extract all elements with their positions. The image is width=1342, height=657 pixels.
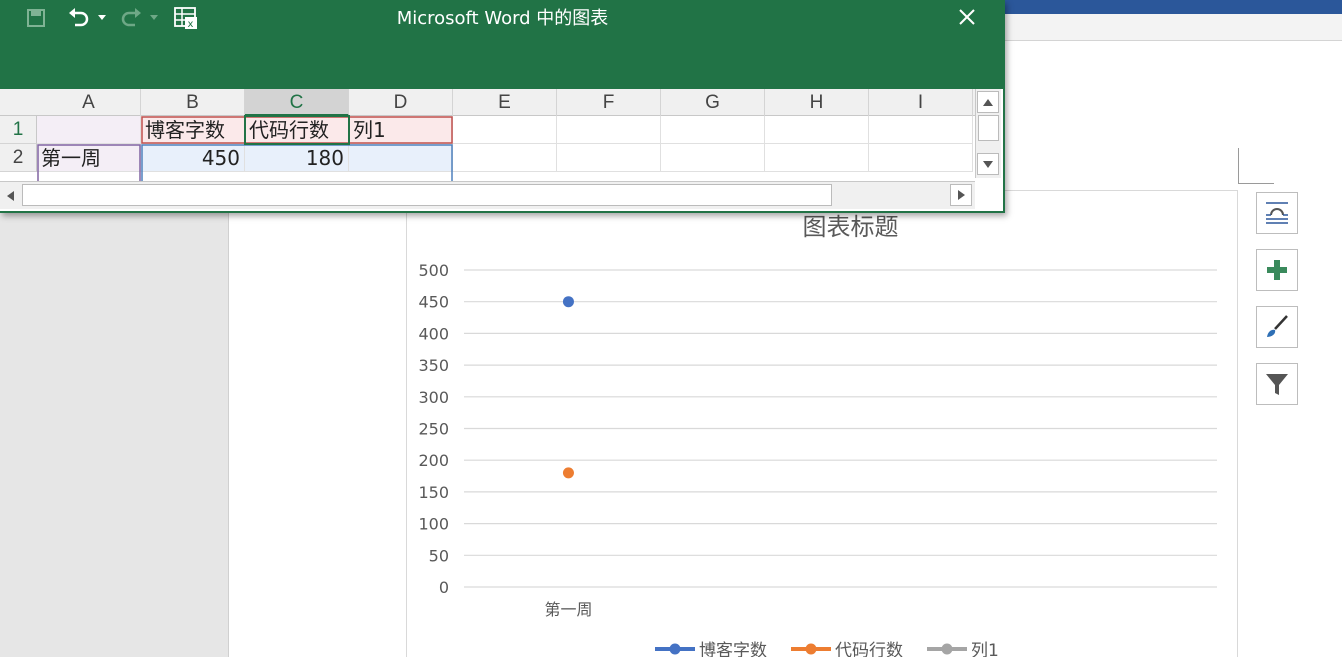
- arrow-down-icon: [983, 160, 993, 168]
- x-tick-label: 第一周: [544, 600, 592, 619]
- y-tick-label: 300: [418, 388, 449, 407]
- close-button[interactable]: [954, 5, 980, 29]
- y-tick-label: 100: [418, 515, 449, 534]
- data-point: [562, 296, 574, 308]
- y-tick-label: 200: [418, 451, 449, 470]
- arrow-up-icon: [983, 98, 993, 106]
- chart-data-window[interactable]: x Microsoft Word 中的图表 ABCDEFGHI 12 博客字数代…: [0, 0, 1005, 213]
- chart-title: 图表标题: [803, 213, 899, 241]
- range-highlight: [37, 115, 453, 181]
- y-tick-label: 150: [418, 483, 449, 502]
- legend-label: 博客字数: [699, 641, 767, 657]
- series-name-range: [141, 116, 453, 144]
- chart-area[interactable]: 图表标题 500 450 400 350 300 250 200 150 100 50 0 第一周 博客字…: [406, 190, 1238, 657]
- y-tick-label: 500: [418, 261, 449, 280]
- chart-elements-button[interactable]: [1256, 249, 1298, 291]
- y-tick-label: 250: [418, 420, 449, 439]
- y-tick-label: 0: [439, 578, 449, 597]
- chart-filters-button[interactable]: [1256, 363, 1298, 405]
- y-tick-label: 50: [429, 546, 449, 565]
- values-range: [141, 144, 453, 181]
- scroll-up-button[interactable]: [977, 91, 999, 113]
- y-tick-label: 450: [418, 293, 449, 312]
- legend-label: 列1: [971, 641, 999, 657]
- layout-options-icon: [1266, 202, 1288, 224]
- vertical-scrollbar[interactable]: [975, 89, 1001, 178]
- arrow-left-icon: [6, 190, 14, 201]
- arrow-right-icon: [957, 190, 965, 200]
- window-title: Microsoft Word 中的图表: [396, 8, 609, 29]
- chart-styles-icon: [1267, 315, 1288, 337]
- scroll-left-button[interactable]: [2, 185, 18, 206]
- scroll-right-button[interactable]: [950, 184, 972, 206]
- chart-styles-button[interactable]: [1256, 306, 1298, 348]
- legend-swatch-marker: [669, 643, 681, 655]
- category-range: [37, 144, 141, 181]
- active-cell: [244, 115, 350, 145]
- scroll-down-button[interactable]: [977, 153, 999, 175]
- legend-swatch-marker: [805, 643, 817, 655]
- y-tick-label: 400: [418, 324, 449, 343]
- chart-elements-icon: [1267, 260, 1287, 280]
- vertical-scroll-thumb[interactable]: [978, 115, 999, 141]
- close-icon: [959, 9, 975, 25]
- chart-plot: 图表标题500450400350300250200150100500第一周博客字…: [418, 213, 1217, 657]
- word-ribbon-strip: [1000, 0, 1342, 14]
- y-tick-label: 350: [418, 356, 449, 375]
- page-corner-mark: [1238, 148, 1274, 184]
- legend-label: 代码行数: [835, 641, 903, 657]
- horizontal-scrollbar[interactable]: [0, 181, 975, 209]
- word-ribbon: [1000, 14, 1342, 41]
- data-point: [562, 467, 574, 479]
- layout-options-button[interactable]: [1256, 192, 1298, 234]
- horizontal-scroll-thumb[interactable]: [22, 184, 832, 206]
- chart-filters-icon: [1266, 374, 1288, 395]
- spreadsheet-grid[interactable]: ABCDEFGHI 12 博客字数 代码行数 列1 第一周 450 180: [0, 89, 1003, 211]
- legend-swatch-marker: [941, 643, 953, 655]
